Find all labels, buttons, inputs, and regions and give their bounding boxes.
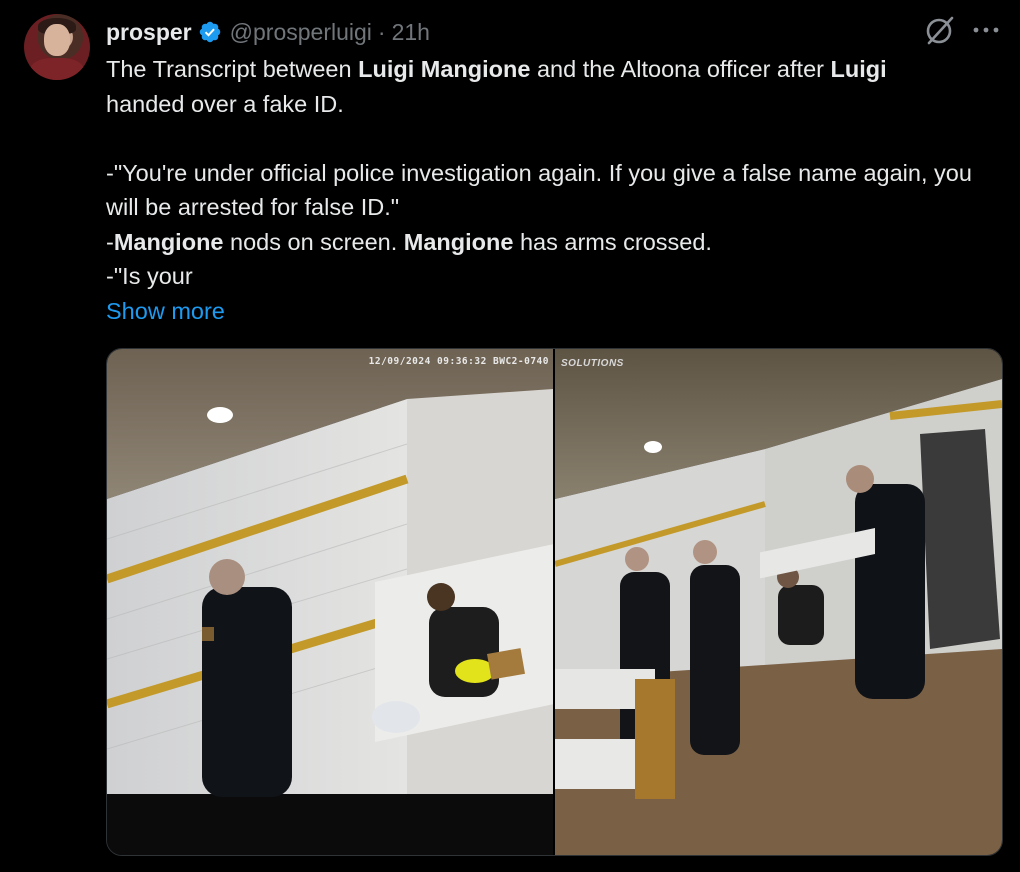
show-more-link[interactable]: Show more <box>106 294 996 329</box>
tweet-line-2: handed over a fake ID. <box>106 90 344 117</box>
tweet-line-1: The Transcript between Luigi Mangione an… <box>106 56 887 82</box>
author-name[interactable]: prosper <box>106 19 192 46</box>
bodycam-image-left[interactable]: 12/09/2024 09:36:32 BWC2-0740 <box>107 349 553 855</box>
bodycam-scene-right <box>555 349 1002 855</box>
tweet-quote-2: -"Is your <box>106 263 193 289</box>
tweet-line-nods: -Mangione nods on screen. Mangione has a… <box>106 228 712 255</box>
officer-left-figure <box>202 559 292 797</box>
avatar-face <box>44 24 70 56</box>
author-avatar[interactable] <box>24 14 90 80</box>
header-separator: · <box>377 18 386 45</box>
bodycam-watermark: SOLUTIONS <box>561 358 624 369</box>
mention-luigi: Luigi <box>830 56 887 82</box>
bodycam-scene-left <box>107 349 553 855</box>
tweet-header: prosper @prosperluigi · 21h <box>106 14 430 50</box>
bodycam-timestamp: 12/09/2024 09:36:32 BWC2-0740 <box>368 356 549 367</box>
avatar-shirt <box>30 58 84 80</box>
mention-luigi-mangione: Luigi Mangione <box>358 56 531 82</box>
tweet-media[interactable]: 12/09/2024 09:36:32 BWC2-0740 SOLUTIONS <box>106 348 1003 856</box>
verified-badge-icon <box>199 21 220 43</box>
tweet-quote-1: -"You're under official police investiga… <box>106 159 972 221</box>
tweet-text: The Transcript between Luigi Mangione an… <box>106 52 996 328</box>
tweet-timestamp[interactable]: 21h <box>392 19 430 46</box>
grok-icon[interactable] <box>924 14 956 46</box>
bodycam-image-right[interactable]: SOLUTIONS <box>555 349 1002 855</box>
author-handle[interactable]: @prosperluigi <box>230 19 372 46</box>
more-options-icon[interactable] <box>970 18 1002 42</box>
